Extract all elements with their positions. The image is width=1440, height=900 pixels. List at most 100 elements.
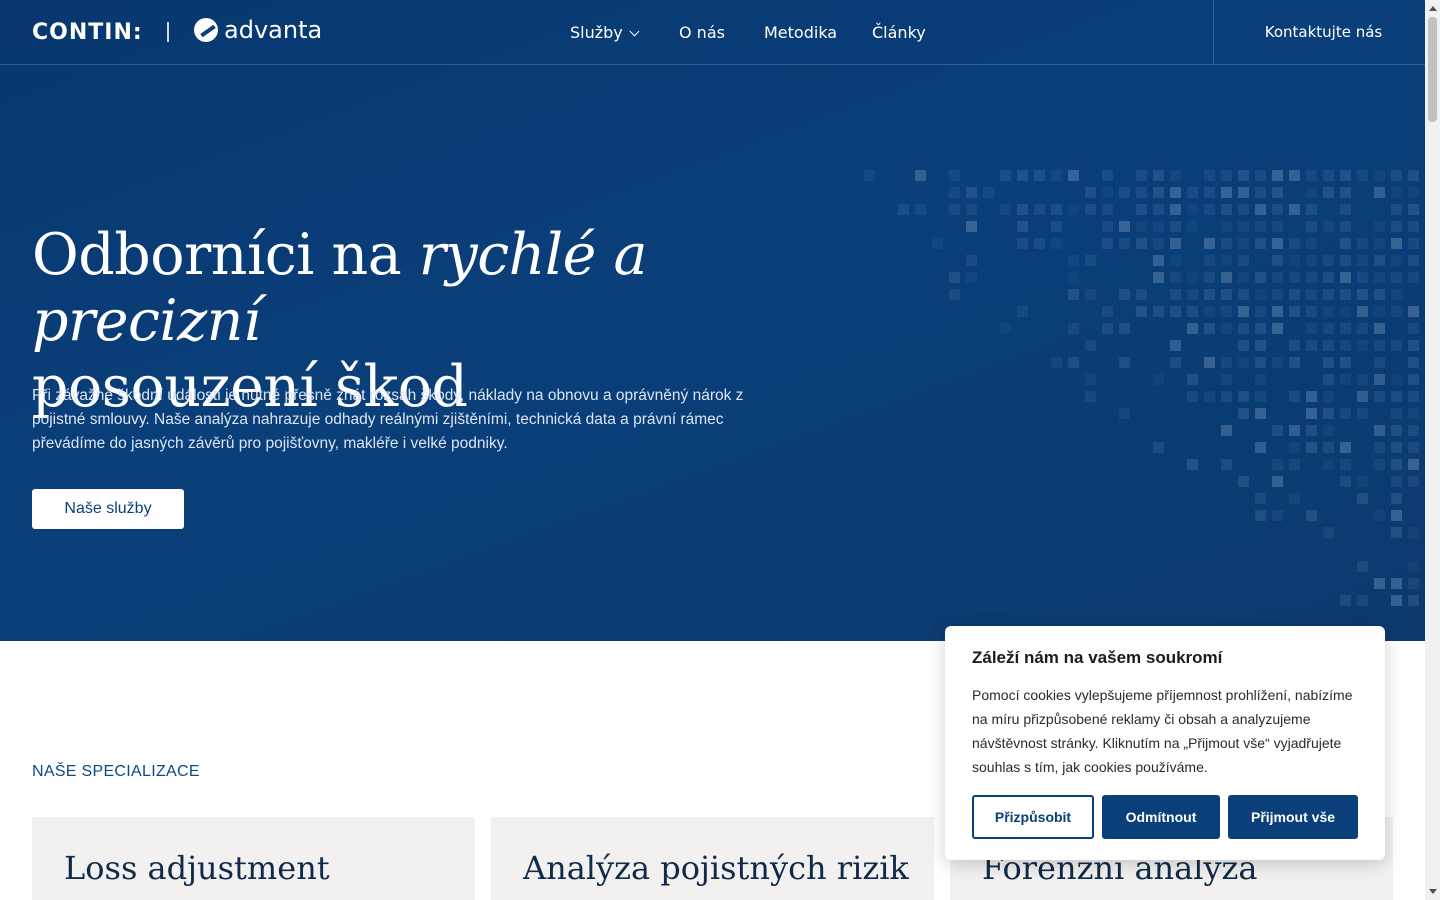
pixel-square [1153, 170, 1164, 181]
pixel-square [1289, 357, 1300, 368]
pixel-square [1289, 493, 1300, 504]
pixel-square [1306, 340, 1317, 351]
customize-button[interactable]: Přizpůsobit [972, 795, 1094, 839]
pixel-square [1272, 425, 1283, 436]
pixel-square [1187, 289, 1198, 300]
nav-metodika[interactable]: Metodika [764, 23, 837, 42]
pixel-square [1170, 255, 1181, 266]
pixel-square [966, 255, 977, 266]
pixel-square [1374, 578, 1385, 589]
pixel-square [1170, 289, 1181, 300]
pixel-square [1391, 340, 1402, 351]
pixel-square [1221, 323, 1232, 334]
card-analyza-rizik[interactable]: Analýza pojistných rizik [491, 817, 934, 900]
pixel-square [1289, 459, 1300, 470]
pixel-square [1408, 527, 1419, 538]
pixel-square [1238, 238, 1249, 249]
pixel-square [1221, 459, 1232, 470]
pixel-square [1391, 374, 1402, 385]
pixel-square [1255, 170, 1266, 181]
contin-logo[interactable]: CONTIN: [32, 20, 143, 45]
pixel-square [1221, 221, 1232, 232]
pixel-square [1306, 323, 1317, 334]
pixel-square [1391, 595, 1402, 606]
pixel-square [1255, 187, 1266, 198]
pixel-square [1187, 204, 1198, 215]
advanta-logo-text: advanta [224, 16, 323, 44]
pixel-square [1034, 204, 1045, 215]
pixel-square [1391, 391, 1402, 402]
pixel-square [1391, 306, 1402, 317]
pixel-square [1153, 238, 1164, 249]
pixel-square [1408, 374, 1419, 385]
nav-clanky[interactable]: Články [872, 23, 926, 42]
pixel-square [1289, 170, 1300, 181]
pixel-square [1391, 425, 1402, 436]
page-scrollbar[interactable] [1425, 0, 1440, 900]
card-title: Analýza pojistných rizik [523, 849, 909, 887]
pixel-square [1102, 221, 1113, 232]
pixel-square [1408, 459, 1419, 470]
pixel-square [1306, 408, 1317, 419]
card-loss-adjustment[interactable]: Loss adjustment [32, 817, 475, 900]
pixel-square [1391, 459, 1402, 470]
scroll-down-icon[interactable] [1429, 889, 1437, 894]
pixel-square [1340, 476, 1351, 487]
pixel-square [1306, 306, 1317, 317]
pixel-square [1289, 340, 1300, 351]
pixel-square [1017, 170, 1028, 181]
pixel-square [1408, 204, 1419, 215]
pixel-square [1272, 357, 1283, 368]
pixel-square [1085, 187, 1096, 198]
pixel-square [1391, 221, 1402, 232]
pixel-square [1017, 204, 1028, 215]
pixel-square [1238, 170, 1249, 181]
pixel-square [1391, 289, 1402, 300]
pixel-square [1323, 374, 1334, 385]
accept-all-button[interactable]: Přijmout vše [1228, 795, 1358, 839]
pixel-square [1255, 357, 1266, 368]
pixel-square [1323, 306, 1334, 317]
pixel-square [1357, 340, 1368, 351]
pixel-square [983, 187, 994, 198]
nav-o-nas[interactable]: O nás [679, 23, 725, 42]
pixel-square [1340, 289, 1351, 300]
scroll-up-icon[interactable] [1429, 6, 1437, 11]
pixel-square [1238, 357, 1249, 368]
pixel-square [1000, 204, 1011, 215]
pixel-square [1272, 289, 1283, 300]
pixel-square [1051, 221, 1062, 232]
pixel-square [1391, 255, 1402, 266]
nav-sluzby[interactable]: Služby [570, 23, 640, 42]
pixel-square [1357, 306, 1368, 317]
pixel-square [1238, 408, 1249, 419]
pixel-square [1102, 306, 1113, 317]
pixel-square [1289, 238, 1300, 249]
pixel-square [1357, 272, 1368, 283]
contact-us-button[interactable]: Kontaktujte nás [1213, 0, 1425, 64]
pixel-square [1391, 578, 1402, 589]
pixel-square [1272, 204, 1283, 215]
our-services-button[interactable]: Naše služby [32, 489, 184, 529]
pixel-square [1085, 340, 1096, 351]
pixel-square [1323, 442, 1334, 453]
pixel-square [1374, 272, 1385, 283]
pixel-square [1289, 255, 1300, 266]
pixel-square [1238, 306, 1249, 317]
pixel-square [1068, 255, 1079, 266]
pixel-square [1170, 272, 1181, 283]
pixel-square [1221, 306, 1232, 317]
reject-button[interactable]: Odmítnout [1102, 795, 1220, 839]
pixel-square [1051, 238, 1062, 249]
pixel-square [1391, 442, 1402, 453]
pixel-square [1238, 221, 1249, 232]
scrollbar-thumb[interactable] [1428, 17, 1437, 122]
pixel-square [1340, 340, 1351, 351]
pixel-square [1085, 204, 1096, 215]
pixel-square [1340, 238, 1351, 249]
pixel-square [1289, 391, 1300, 402]
hero-title-part1: Odborníci na [32, 222, 419, 288]
advanta-logo[interactable]: advanta [194, 16, 322, 44]
pixel-square [1102, 238, 1113, 249]
pixel-square [1272, 306, 1283, 317]
